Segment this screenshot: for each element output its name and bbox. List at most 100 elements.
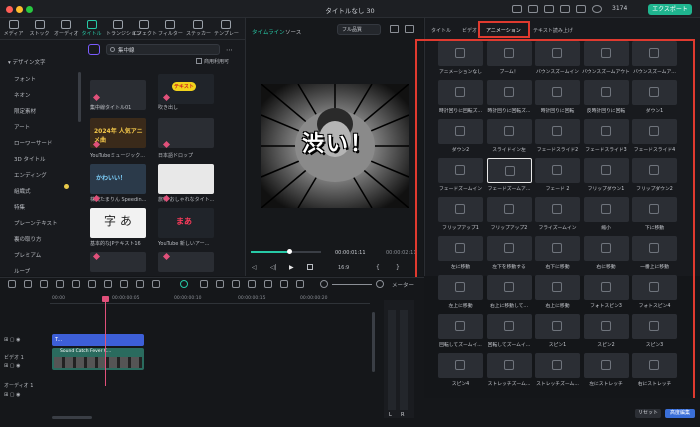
photo-icon[interactable] <box>296 280 304 288</box>
category-item[interactable]: プレミアム <box>14 251 41 259</box>
mosaic-icon[interactable] <box>152 280 160 288</box>
link-icon[interactable] <box>248 280 256 288</box>
tab-transition[interactable]: トランジション <box>106 18 141 40</box>
asset-thumbnail[interactable] <box>158 164 214 194</box>
aspect-ratio[interactable]: 16:9 <box>338 265 349 271</box>
ai-icon[interactable] <box>136 280 144 288</box>
layout-icon[interactable] <box>405 25 414 33</box>
asset-thumbnail[interactable]: 字 あ <box>90 208 146 238</box>
stop-icon[interactable] <box>307 264 313 270</box>
mic-icon[interactable] <box>232 280 240 288</box>
tab-animation[interactable]: アニメーション <box>486 27 521 34</box>
video-track-controls[interactable]: ⊞ ▢ ◉ <box>4 363 20 369</box>
tab-video-props[interactable]: ビデオ <box>462 27 477 34</box>
account-icon[interactable] <box>592 5 602 13</box>
tab-timeline-preview[interactable]: タイムライン <box>252 28 285 36</box>
animation-preset[interactable] <box>486 119 532 144</box>
animation-preset[interactable] <box>535 275 580 300</box>
animation-preset[interactable] <box>535 236 580 261</box>
animation-preset[interactable] <box>583 119 629 144</box>
animation-preset[interactable] <box>486 197 532 222</box>
video-clip[interactable]: Sound Catch Fever C... <box>52 348 144 370</box>
audio-track-controls[interactable]: ⊞ ▢ ◉ <box>4 392 20 398</box>
tab-source-preview[interactable]: ソース <box>285 28 301 36</box>
animation-preset[interactable] <box>535 314 580 339</box>
cloud-icon[interactable] <box>560 5 570 13</box>
animation-preset[interactable] <box>438 41 483 66</box>
animation-preset[interactable] <box>486 275 532 300</box>
category-scrollbar[interactable] <box>78 72 81 122</box>
animation-preset[interactable] <box>583 314 629 339</box>
grid-icon[interactable] <box>8 280 16 288</box>
tab-stock[interactable]: ストック <box>28 18 51 40</box>
animation-preset[interactable] <box>438 236 483 261</box>
render-icon[interactable] <box>264 280 272 288</box>
snap-toggle-icon[interactable] <box>180 280 188 288</box>
animation-preset[interactable] <box>486 41 532 66</box>
category-item[interactable]: ループ <box>14 267 30 275</box>
progress-handle[interactable] <box>287 249 292 254</box>
category-item[interactable]: 裏の取り方 <box>14 235 42 243</box>
category-item[interactable]: プレーンテキスト <box>14 219 58 227</box>
animation-preset[interactable] <box>535 197 580 222</box>
shield-icon[interactable] <box>216 280 224 288</box>
animation-preset[interactable] <box>632 119 677 144</box>
advanced-edit-button[interactable]: 高度編集 <box>665 409 695 418</box>
quality-select[interactable]: フル品質 <box>337 24 381 35</box>
animation-preset[interactable] <box>438 353 483 378</box>
animation-preset[interactable] <box>486 158 532 183</box>
animation-preset[interactable] <box>583 353 629 378</box>
select-icon[interactable] <box>24 280 32 288</box>
category-item[interactable]: ネオン <box>14 91 31 99</box>
step-back-icon[interactable]: ◁| <box>270 264 277 271</box>
delete-icon[interactable] <box>72 280 80 288</box>
monitor-icon[interactable] <box>512 5 522 13</box>
title-clip[interactable]: T... <box>52 334 144 346</box>
timeline-h-scrollbar[interactable] <box>52 416 92 419</box>
animation-preset[interactable] <box>438 197 483 222</box>
animation-preset[interactable] <box>438 80 483 105</box>
undo-icon[interactable] <box>40 280 48 288</box>
zoom-in-icon[interactable] <box>376 280 384 288</box>
animation-preset[interactable] <box>535 80 580 105</box>
animation-preset[interactable] <box>632 80 677 105</box>
tab-text-to-speech[interactable]: テキスト読み上げ <box>533 27 573 34</box>
animation-preset[interactable] <box>632 158 677 183</box>
tab-title-props[interactable]: タイトル <box>431 27 451 34</box>
category-item[interactable]: ▾ デザイン文字 <box>8 58 46 66</box>
share-icon[interactable] <box>544 5 554 13</box>
animation-preset[interactable] <box>632 236 677 261</box>
animation-preset[interactable] <box>632 275 677 300</box>
redo-icon[interactable] <box>56 280 64 288</box>
gift-icon[interactable] <box>576 5 586 13</box>
timeline-scrollbar[interactable] <box>372 312 375 372</box>
animation-preset[interactable] <box>438 158 483 183</box>
reset-button[interactable]: リセット <box>635 409 661 418</box>
animation-preset[interactable] <box>583 275 629 300</box>
animation-preset[interactable] <box>535 41 580 66</box>
asset-thumbnail[interactable]: かわいい！ <box>90 164 146 194</box>
category-item[interactable]: 3D タイトル <box>14 155 45 163</box>
animation-preset[interactable] <box>583 80 629 105</box>
playhead[interactable] <box>105 296 106 386</box>
category-item[interactable]: 組織式 <box>14 187 31 195</box>
category-item[interactable]: エンディング <box>14 171 47 179</box>
cut-icon[interactable] <box>88 280 96 288</box>
text-icon[interactable] <box>104 280 112 288</box>
animation-preset[interactable] <box>535 119 580 144</box>
tab-title[interactable]: タイトル <box>80 18 103 40</box>
animation-preset[interactable] <box>535 353 580 378</box>
tab-media[interactable]: メディア <box>2 18 25 40</box>
zoom-slider[interactable] <box>332 284 372 285</box>
animation-preset[interactable] <box>632 314 677 339</box>
animation-preset[interactable] <box>438 119 483 144</box>
bracket-right-icon[interactable]: } <box>396 264 400 271</box>
animation-preset[interactable] <box>632 41 677 66</box>
category-item[interactable]: 限定素材 <box>14 107 36 115</box>
animation-preset[interactable] <box>632 197 677 222</box>
marker-icon[interactable] <box>200 280 208 288</box>
bracket-left-icon[interactable]: { <box>376 264 380 271</box>
overlay-title-text[interactable]: 渋い！ <box>302 126 374 158</box>
animation-preset[interactable] <box>438 314 483 339</box>
play-icon[interactable]: ▶ <box>289 264 294 271</box>
